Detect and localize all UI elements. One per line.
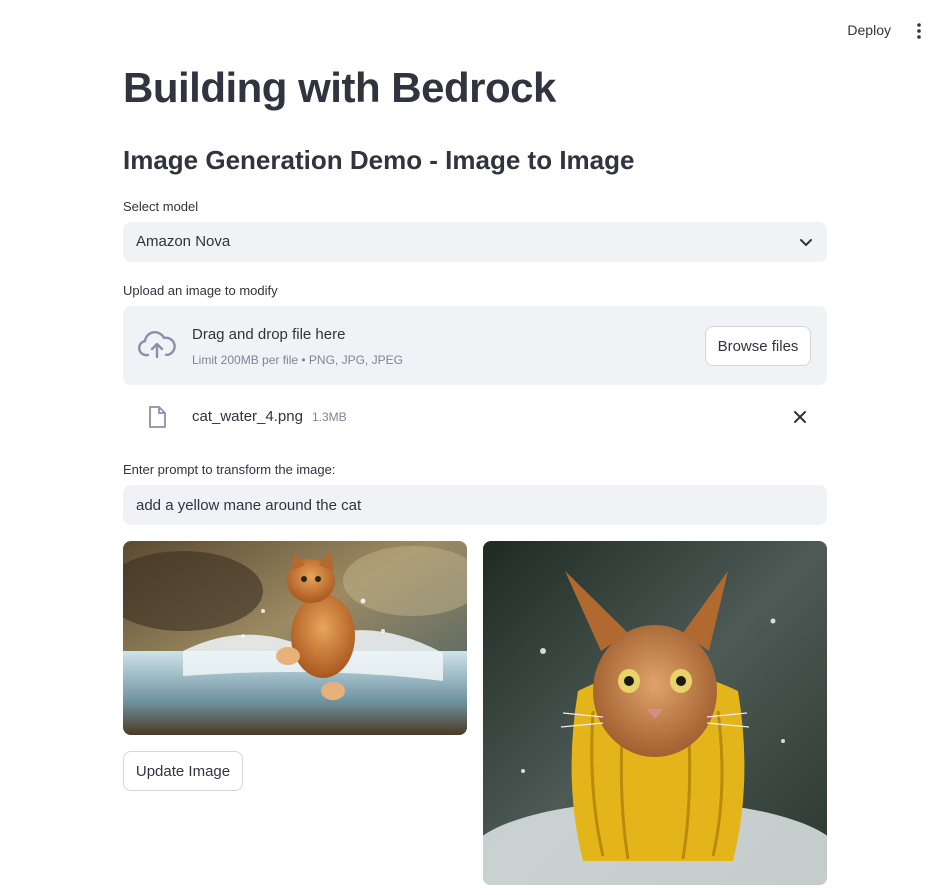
browse-files-button[interactable]: Browse files <box>705 326 811 366</box>
top-toolbar: Deploy <box>0 0 948 60</box>
cloud-upload-icon <box>138 331 176 359</box>
chevron-down-icon <box>800 239 812 246</box>
file-icon <box>149 406 166 428</box>
page-subtitle: Image Generation Demo - Image to Image <box>123 145 635 175</box>
page-title: Building with Bedrock <box>123 64 556 111</box>
uploaded-file-row: cat_water_4.png 1.3MB <box>123 398 827 436</box>
original-image <box>123 541 467 735</box>
cat-with-yellow-mane-image <box>483 541 827 885</box>
model-select-label: Select model <box>123 199 199 214</box>
generated-image <box>483 541 827 885</box>
file-dropzone[interactable]: Drag and drop file here Limit 200MB per … <box>123 306 827 385</box>
dropzone-limits: Limit 200MB per file • PNG, JPG, JPEG <box>192 353 403 367</box>
uploaded-file-size: 1.3MB <box>312 410 347 424</box>
prompt-label: Enter prompt to transform the image: <box>123 462 336 477</box>
deploy-button[interactable]: Deploy <box>847 22 891 38</box>
uploaded-file-name: cat_water_4.png <box>192 408 303 425</box>
model-select-value: Amazon Nova <box>136 233 231 250</box>
model-select[interactable]: Amazon Nova <box>123 222 827 262</box>
update-image-button[interactable]: Update Image <box>123 751 243 791</box>
close-icon[interactable] <box>793 410 807 424</box>
vertical-dots-icon[interactable] <box>914 22 924 40</box>
cat-running-in-water-image <box>123 541 467 735</box>
uploader-label: Upload an image to modify <box>123 283 278 298</box>
prompt-input[interactable] <box>123 485 827 525</box>
dropzone-title: Drag and drop file here <box>192 326 346 343</box>
